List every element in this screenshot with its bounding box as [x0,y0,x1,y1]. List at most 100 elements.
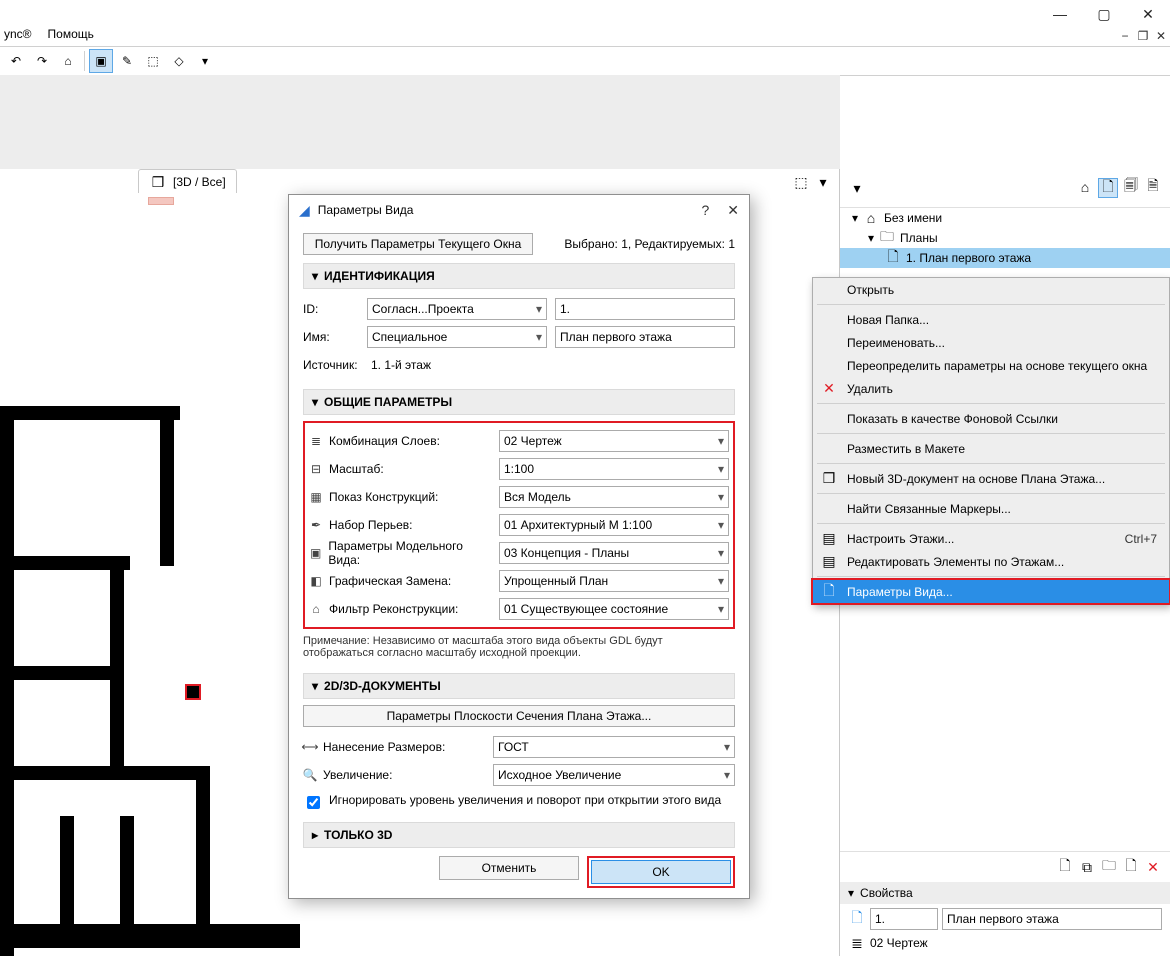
properties-layer-row: ≣ 02 Чертеж [840,934,1170,956]
ctx-view-settings[interactable]: 🗋 Параметры Вида... [813,580,1169,603]
cancel-button[interactable]: Отменить [439,856,579,880]
redo-icon[interactable]: ↷ [30,49,54,73]
reno-select[interactable]: 01 Существующее состояние▾ [499,598,729,620]
chevron-down-icon: ▾ [718,490,724,504]
edit-story-icon: ▤ [821,554,837,570]
ctx-rename[interactable]: Переименовать... [813,331,1169,354]
ctx-open[interactable]: Открыть [813,278,1169,301]
chevron-down-icon: ▾ [718,462,724,476]
layers-select[interactable]: 02 Чертеж▾ [499,430,729,452]
cube-icon: ❒ [149,173,167,191]
inner-restore-icon[interactable]: ❐ [1134,28,1152,44]
chevron-down-icon[interactable]: ▾ [868,231,874,245]
mvo-select[interactable]: 03 Концепция - Планы▾ [499,542,729,564]
renovation-icon: ⌂ [309,602,323,616]
section-2d3d[interactable]: ▾ 2D/3D-ДОКУМЕНТЫ [303,673,735,699]
tree-root[interactable]: ▾ ⌂ Без имени [840,208,1170,228]
tab-grip[interactable] [148,197,174,205]
tree-view-first-floor[interactable]: 🗋 1. План первого этажа [840,248,1170,268]
trace-icon[interactable]: ⬚ [792,173,810,191]
id-label: ID: [303,302,318,316]
clone-folder-icon[interactable]: ⧉ [1078,858,1096,876]
ctx-find-markers[interactable]: Найти Связанные Маркеры... [813,497,1169,520]
tree-folder-plans[interactable]: ▾ 🗀 Планы [840,228,1170,248]
publisher-set-icon[interactable]: 🗎 [1144,178,1162,196]
main-toolbar: ↶ ↷ ⌂ ▣ ✎ ⬚ ◇ ▾ [0,46,1170,76]
dialog-title: Параметры Вида [318,203,414,217]
go-select[interactable]: Упрощенный План▾ [499,570,729,592]
menu-item-sync[interactable]: ync® [4,27,32,41]
maximize-icon[interactable]: ▢ [1082,0,1126,28]
project-root-icon: ⌂ [862,209,880,227]
ctx-story-settings[interactable]: ▤ Настроить Этажи... Ctrl+7 [813,527,1169,550]
chevron-down-icon[interactable]: ▾ [852,211,858,225]
scale-select[interactable]: 1:100▾ [499,458,729,480]
penset-select[interactable]: 01 Архитектурный М 1:100▾ [499,514,729,536]
section-identification[interactable]: ▾ ИДЕНТИФИКАЦИЯ [303,263,735,289]
inner-close-icon[interactable]: ✕ [1152,28,1170,44]
layers-icon: ≣ [309,434,323,448]
ignore-zoom-checkbox[interactable] [307,796,320,809]
close-icon[interactable]: ✕ [727,202,739,219]
undo-icon[interactable]: ↶ [4,49,28,73]
tab-3d-all[interactable]: ❒ [3D / Все] [138,169,237,194]
zoom-select[interactable]: Исходное Увеличение▾ [493,764,735,786]
delete-icon: ✕ [821,381,837,397]
context-menu: Открыть Новая Папка... Переименовать... … [812,277,1170,604]
ctx-redefine[interactable]: Переопределить параметры на основе текущ… [813,354,1169,377]
properties-layer-value: 02 Чертеж [870,936,928,950]
properties-header[interactable]: ▾ Свойства [840,882,1170,904]
ctx-new-folder[interactable]: Новая Папка... [813,308,1169,331]
ok-button[interactable]: OK [591,860,731,884]
navigator-menu-icon[interactable]: ▾ [848,179,866,197]
dropdown-icon[interactable]: ▾ [193,49,217,73]
dim-select[interactable]: ГОСТ▾ [493,736,735,758]
ignore-zoom-label: Игнорировать уровень увеличения и поворо… [329,793,721,807]
menu-item-help[interactable]: Помощь [48,27,94,41]
camera-tool-icon[interactable]: ◇ [167,49,191,73]
id-mode-select[interactable]: Согласн...Проекта▾ [367,298,547,320]
chevron-down-icon: ▾ [312,679,318,693]
section-general-label: ОБЩИЕ ПАРАМЕТРЫ [324,395,452,409]
section-general[interactable]: ▾ ОБЩИЕ ПАРАМЕТРЫ [303,389,735,415]
section-3d-only[interactable]: ▸ ТОЛЬКО 3D [303,822,735,848]
ctx-show-as-link[interactable]: Показать в качестве Фоновой Ссылки [813,407,1169,430]
close-icon[interactable]: ✕ [1126,0,1170,28]
delete-item-icon[interactable]: ✕ [1144,858,1162,876]
home-icon[interactable]: ⌂ [56,49,80,73]
ctx-open-label: Открыть [847,283,894,297]
document-view-icon[interactable]: ⬚ [141,49,165,73]
inner-minimize-icon[interactable]: − [1116,28,1134,44]
id-input[interactable] [555,298,735,320]
ctx-new-folder-label: Новая Папка... [847,313,929,327]
ctx-place-on-layout[interactable]: Разместить в Макете [813,437,1169,460]
chevron-down-icon: ▾ [312,269,318,283]
save-view-icon[interactable]: 🗋 [1122,858,1140,876]
new-folder-icon[interactable]: 🗀 [1100,858,1118,876]
name-mode-select[interactable]: Специальное▾ [367,326,547,348]
project-map-icon[interactable]: ⌂ [1076,178,1094,196]
properties-name-input[interactable] [942,908,1162,930]
name-input[interactable] [555,326,735,348]
draw-tool-icon[interactable]: ✎ [115,49,139,73]
layout-book-icon[interactable]: 🗐 [1122,178,1140,196]
ctx-3d-label: Новый 3D-документ на основе Плана Этажа.… [847,472,1105,486]
view-icon: 🗋 [884,249,902,267]
tab-menu-icon[interactable]: ▾ [814,173,832,191]
selection-tool-icon[interactable]: ▣ [89,49,113,73]
ctx-new-3d-doc[interactable]: ❒Новый 3D-документ на основе Плана Этажа… [813,467,1169,490]
ctx-delete[interactable]: ✕Удалить [813,377,1169,400]
scale-icon: ⊟ [309,462,323,476]
structure-select[interactable]: Вся Модель▾ [499,486,729,508]
properties-id-input[interactable] [870,908,938,930]
ctx-edit-by-story[interactable]: ▤Редактировать Элементы по Этажам... [813,550,1169,573]
cut-plane-settings-button[interactable]: Параметры Плоскости Сечения Плана Этажа.… [303,705,735,727]
get-current-button[interactable]: Получить Параметры Текущего Окна [303,233,533,255]
reno-label: Фильтр Реконструкции: [329,602,458,616]
minimize-icon[interactable]: — [1038,0,1082,28]
help-icon[interactable]: ? [701,202,709,219]
new-view-icon[interactable]: 🗋 [1056,858,1074,876]
navigator-bottom-actions: 🗋 ⧉ 🗀 🗋 ✕ [840,851,1170,882]
view-map-icon[interactable]: 🗋 [1098,178,1118,198]
pen-icon: ✒ [309,518,323,532]
